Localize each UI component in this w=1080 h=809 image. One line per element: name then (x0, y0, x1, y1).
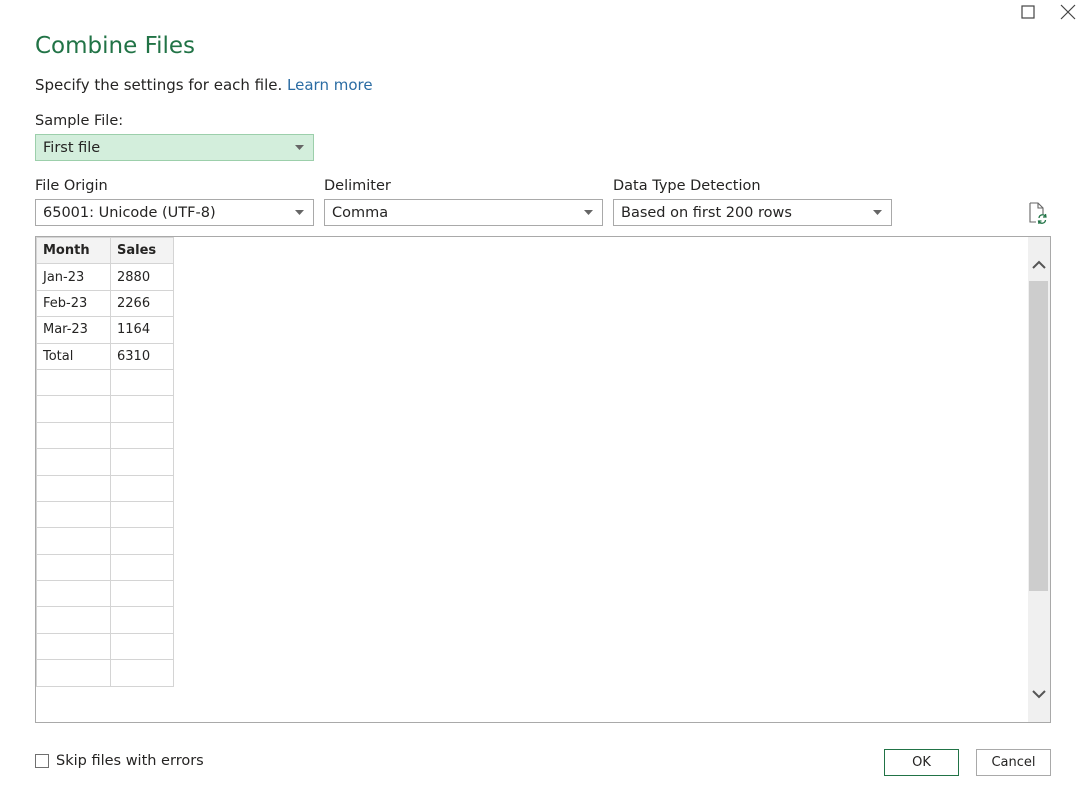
delimiter-dropdown[interactable]: Comma (324, 199, 603, 226)
data-type-detection-dropdown[interactable]: Based on first 200 rows (613, 199, 892, 226)
maximize-button[interactable] (1016, 0, 1040, 24)
empty-table-row (36, 606, 174, 634)
column-header-sales: Sales (110, 237, 174, 265)
data-type-detection-label: Data Type Detection (613, 178, 761, 194)
chevron-down-icon (285, 200, 313, 225)
empty-cell (36, 395, 111, 423)
empty-table-row (36, 474, 174, 502)
column-header-month: Month (36, 237, 111, 265)
maximize-icon (1021, 5, 1035, 19)
empty-table-row (36, 659, 174, 687)
sample-file-dropdown[interactable]: First file (35, 134, 314, 161)
empty-table-row (36, 553, 174, 582)
refresh-preview-button[interactable] (1026, 202, 1048, 225)
empty-table-row (36, 632, 174, 661)
chevron-down-icon (863, 200, 891, 225)
empty-table-row (36, 448, 174, 476)
empty-cell (110, 606, 174, 634)
refresh-file-icon (1029, 202, 1047, 225)
delimiter-value: Comma (332, 204, 389, 221)
preview-table: Month Sales Jan-23 2880 Feb-23 2266 Mar-… (36, 237, 174, 687)
table-cell: Jan-23 (36, 263, 111, 291)
empty-cell (110, 527, 174, 555)
empty-cell (36, 368, 111, 397)
empty-cell (110, 659, 174, 687)
empty-cell (36, 553, 111, 582)
vertical-scrollbar[interactable] (1028, 237, 1050, 722)
delimiter-label: Delimiter (324, 178, 391, 194)
subtitle-text: Specify the settings for each file. (35, 76, 283, 94)
empty-table-row (36, 580, 174, 608)
file-origin-value: 65001: Unicode (UTF-8) (43, 204, 216, 221)
close-icon (1060, 4, 1076, 20)
table-cell: 1164 (110, 316, 174, 344)
file-origin-dropdown[interactable]: 65001: Unicode (UTF-8) (35, 199, 314, 226)
scroll-up-button[interactable] (1028, 253, 1050, 275)
table-cell: 2880 (110, 263, 174, 291)
table-row: Jan-23 2880 (36, 263, 174, 291)
empty-table-row (36, 421, 174, 450)
empty-cell (36, 606, 111, 634)
skip-files-checkbox[interactable] (35, 754, 49, 768)
empty-cell (36, 580, 111, 608)
dialog-subtitle: Specify the settings for each file. Lear… (35, 76, 373, 94)
empty-cell (36, 659, 111, 687)
scroll-thumb[interactable] (1029, 281, 1048, 591)
empty-table-row (36, 395, 174, 423)
empty-cell (110, 553, 174, 582)
learn-more-link[interactable]: Learn more (287, 76, 373, 94)
empty-cell (110, 368, 174, 397)
table-header-row: Month Sales (36, 237, 174, 265)
sample-file-label: Sample File: (35, 113, 124, 129)
chevron-down-icon (574, 200, 602, 225)
table-cell: 2266 (110, 289, 174, 318)
empty-cell (110, 448, 174, 476)
table-cell: 6310 (110, 342, 174, 370)
empty-cell (36, 421, 111, 450)
empty-cell (110, 421, 174, 450)
table-row: Total 6310 (36, 342, 174, 370)
table-row: Feb-23 2266 (36, 289, 174, 318)
empty-cell (36, 474, 111, 502)
skip-files-label[interactable]: Skip files with errors (56, 753, 204, 769)
file-origin-label: File Origin (35, 178, 108, 194)
sample-file-value: First file (43, 139, 101, 156)
empty-cell (110, 632, 174, 661)
empty-cell (36, 448, 111, 476)
empty-cell (36, 527, 111, 555)
dialog-title: Combine Files (35, 33, 196, 59)
empty-cell (36, 632, 111, 661)
table-cell: Total (36, 342, 111, 370)
file-preview-panel: Month Sales Jan-23 2880 Feb-23 2266 Mar-… (35, 236, 1051, 723)
close-button[interactable] (1056, 0, 1080, 24)
empty-table-row (36, 368, 174, 397)
cancel-button[interactable]: Cancel (976, 749, 1051, 776)
empty-cell (110, 474, 174, 502)
ok-button[interactable]: OK (884, 749, 959, 776)
empty-table-row (36, 500, 174, 529)
table-cell: Mar-23 (36, 316, 111, 344)
empty-table-row (36, 527, 174, 555)
empty-cell (110, 395, 174, 423)
empty-cell (110, 500, 174, 529)
chevron-down-icon (285, 135, 313, 160)
chevron-up-icon (1032, 260, 1046, 269)
empty-cell (110, 580, 174, 608)
data-type-detection-value: Based on first 200 rows (621, 204, 792, 221)
empty-cell (36, 500, 111, 529)
chevron-down-icon (1032, 689, 1046, 698)
scroll-down-button[interactable] (1028, 683, 1050, 705)
skip-files-option: Skip files with errors (35, 753, 204, 769)
table-row: Mar-23 1164 (36, 316, 174, 344)
table-cell: Feb-23 (36, 289, 111, 318)
